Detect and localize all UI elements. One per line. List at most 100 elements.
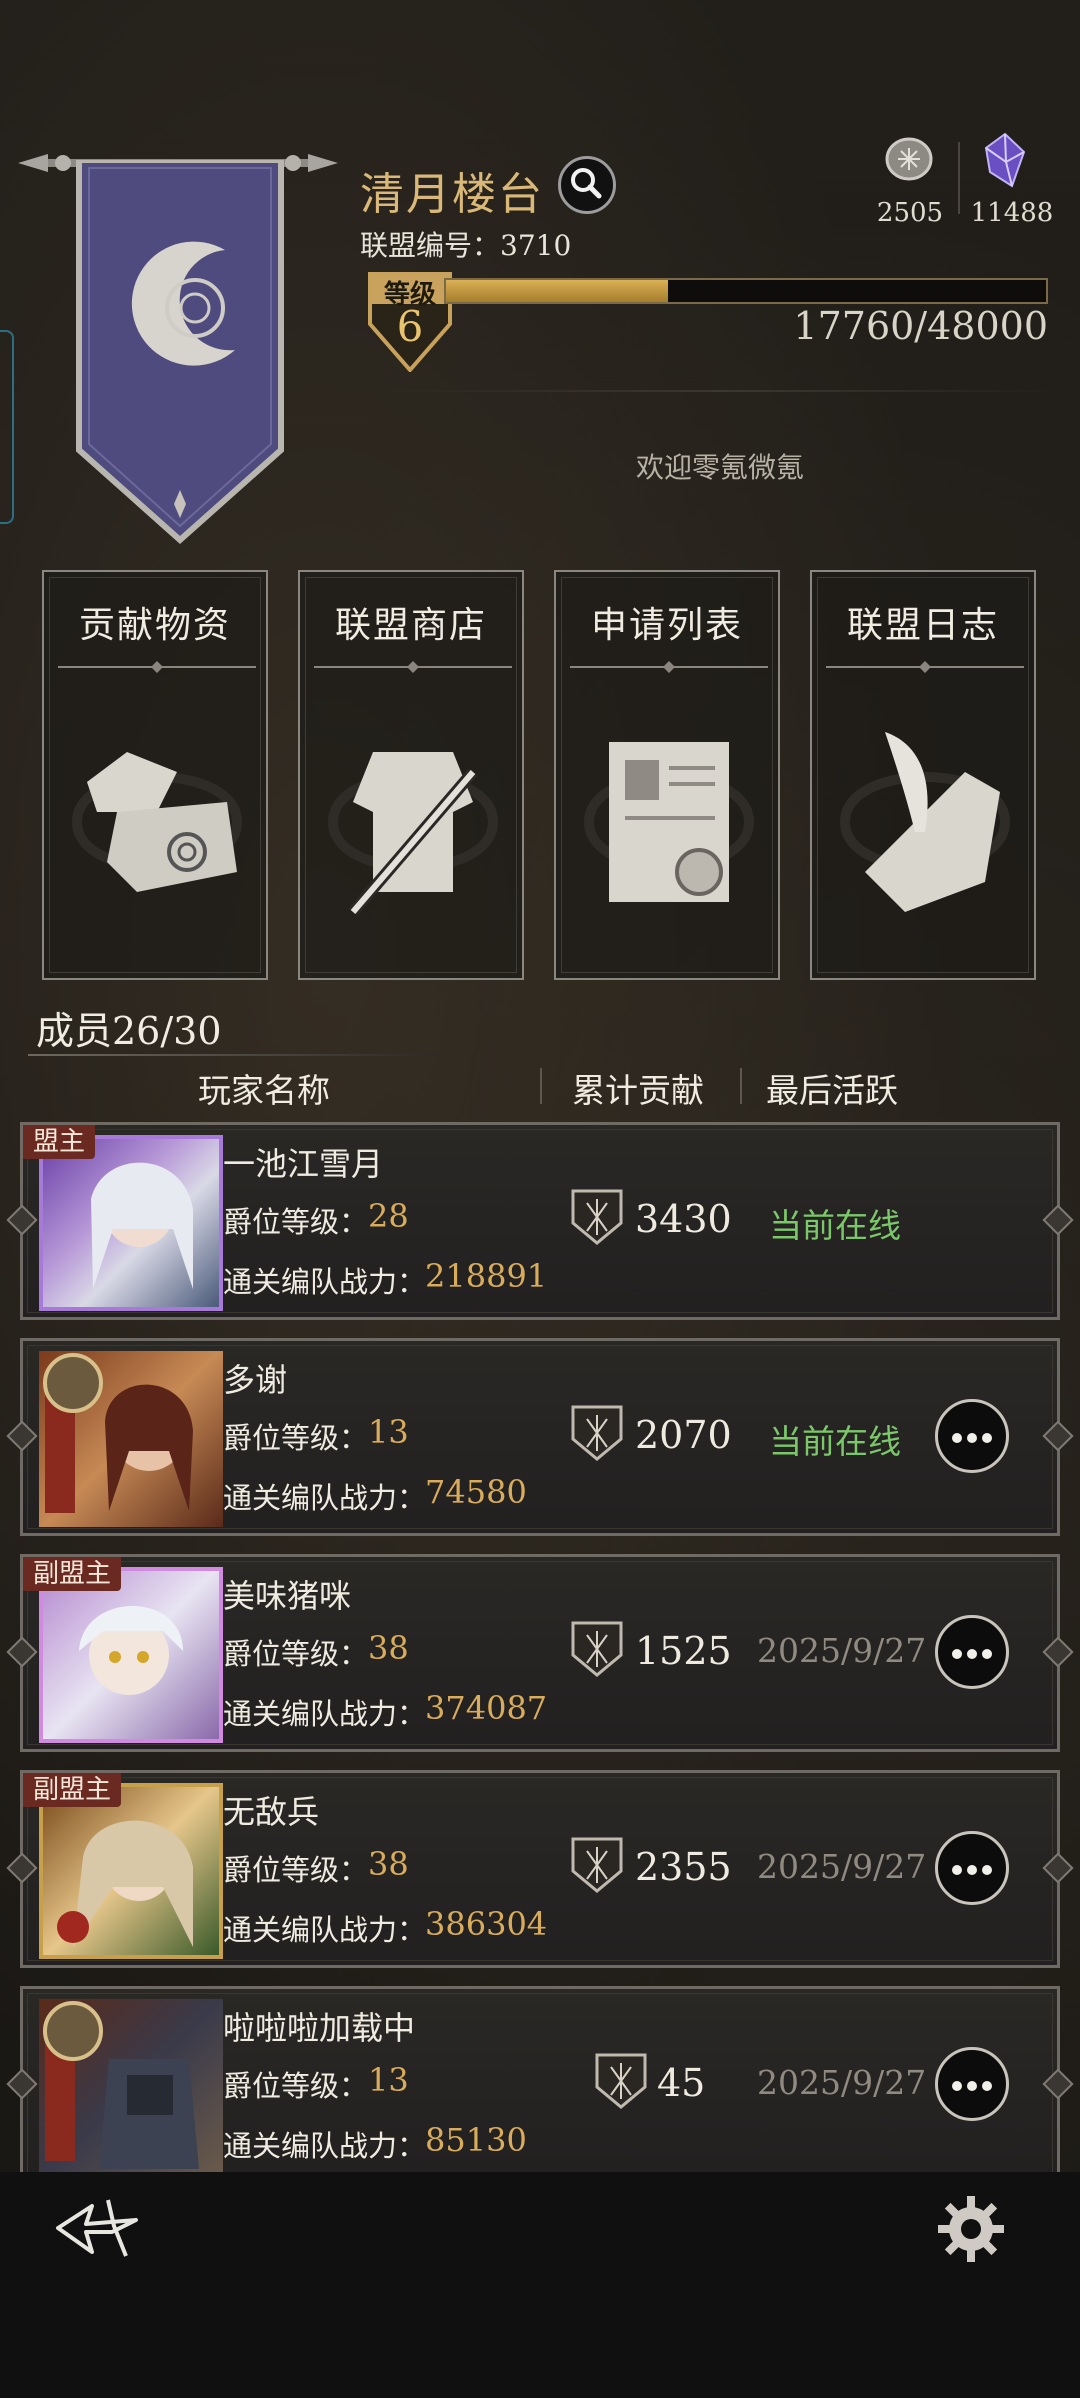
last-active: 2025/9/27 [757,1631,927,1670]
player-name: 美味猪咪 [223,1577,352,1615]
power-value: 218891 [425,1257,548,1295]
more-options-button[interactable] [935,1615,1009,1689]
rank-value: 13 [368,1413,409,1451]
card-label: 贡献物资 [78,605,231,646]
side-edge-tab[interactable] [0,330,14,524]
rank-value: 13 [368,2061,409,2099]
quill-paper-icon [840,732,1011,912]
more-options-button[interactable] [935,1831,1009,1905]
power-label: 通关编队战力： [223,1265,427,1299]
xp-bar [444,278,1048,304]
portrait-icon [57,1820,193,1947]
column-separator [540,1068,542,1104]
contribution-emblem-icon [571,1189,623,1245]
alliance-id: 联盟编号：3710 [360,229,572,262]
level-number: 6 [396,302,424,351]
card-alliance-log[interactable]: 联盟日志 [810,570,1036,980]
player-name: 无敌兵 [223,1793,320,1831]
card-ornament [58,661,256,673]
avatar[interactable] [39,1999,223,2175]
scroll-bundle-icon [72,752,243,892]
portrait-icon [43,2001,199,2169]
power-label: 通关编队战力： [223,1697,427,1731]
rank-value: 38 [368,1629,409,1667]
rank-label: 爵位等级： [223,1421,369,1455]
rank-value: 38 [368,1845,409,1883]
last-active: 2025/9/27 [757,2063,927,2102]
bottom-bar [0,2172,1080,2398]
header-divider [380,390,1060,392]
player-name: 一池江雪月 [223,1145,384,1183]
player-name: 多谢 [223,1361,288,1399]
card-alliance-shop[interactable]: 联盟商店 [298,570,524,980]
card-contribute[interactable]: 贡献物资 [42,570,268,980]
contribution-value: 3430 [635,1197,732,1241]
member-count: 成员26/30 [36,1009,222,1053]
contribution-value: 2355 [635,1845,732,1889]
search-icon [571,168,602,199]
card-ornament [314,661,512,673]
more-options-button[interactable] [935,2047,1009,2121]
member-row[interactable]: 盟主 一池江雪月 爵位等级： 28 通关编队战力： 218891 3430 当前… [6,1122,1074,1320]
members-underline [28,1054,438,1056]
avatar[interactable] [39,1783,223,1959]
settings-gear-icon[interactable] [936,2194,1006,2264]
last-active: 当前在线 [769,1422,901,1461]
crystal-count: 11488 [970,198,1054,228]
member-row[interactable]: 副盟主 美味猪咪 爵位等级： 38 通关编队战力： 374087 1525 20… [6,1554,1074,1752]
card-ornament [570,661,768,673]
card-application-list[interactable]: 申请列表 [554,570,780,980]
card-label: 联盟日志 [846,605,999,646]
member-row[interactable]: 副盟主 无敌兵 爵位等级： 38 通关编队战力： 386304 2355 202… [6,1770,1074,1968]
search-button[interactable] [558,156,616,214]
power-value: 74580 [425,1473,527,1511]
avatar[interactable] [39,1567,223,1743]
power-value: 85130 [425,2121,527,2159]
contribution-emblem-icon [571,1405,623,1461]
avatar[interactable] [39,1351,223,1527]
last-active: 当前在线 [769,1206,901,1245]
contribution-value: 1525 [635,1629,732,1673]
last-active: 2025/9/27 [757,1847,927,1886]
power-label: 通关编队战力： [223,1913,427,1947]
player-name: 啦啦啦加载中 [223,2009,416,2047]
alliance-name: 清月楼台 [360,169,544,220]
power-value: 374087 [425,1689,548,1727]
contribution-emblem-icon [571,1837,623,1893]
alliance-banner[interactable] [75,160,285,545]
member-row[interactable]: 啦啦啦加载中 爵位等级： 13 通关编队战力： 85130 45 2025/9/… [6,1986,1074,2184]
coin-count: 2505 [876,198,944,228]
contribution-emblem-icon [571,1621,623,1677]
column-separator [740,1068,742,1104]
coin-icon [885,137,933,181]
rank-label: 爵位等级： [223,1637,369,1671]
armor-sword-icon [328,752,499,916]
back-arrow-icon[interactable] [52,2196,142,2260]
crystal-icon [984,132,1026,188]
certificate-icon [584,742,755,902]
column-header-name: 玩家名称 [198,1071,330,1110]
column-header-contribution: 累计贡献 [572,1071,704,1110]
rank-label: 爵位等级： [223,1205,369,1239]
rank-label: 爵位等级： [223,2069,369,2103]
more-options-button[interactable] [935,1399,1009,1473]
card-label: 联盟商店 [334,605,487,646]
avatar[interactable] [39,1135,223,1311]
rank-value: 28 [368,1197,409,1235]
portrait-icon [79,1606,183,1695]
rank-label: 爵位等级： [223,1853,369,1887]
contribution-value: 2070 [635,1413,732,1457]
resource-divider [958,142,960,214]
contribution-emblem-icon [595,2053,647,2109]
card-ornament [826,661,1024,673]
role-badge: 副盟主 [23,1773,122,1807]
power-label: 通关编队战力： [223,2129,427,2163]
member-row[interactable]: 多谢 爵位等级： 13 通关编队战力： 74580 2070 当前在线 [6,1338,1074,1536]
portrait-icon [91,1162,193,1289]
portrait-icon [43,1353,193,1513]
xp-bar-fill [446,280,668,302]
card-label: 申请列表 [590,605,743,646]
welcome-message: 欢迎零氪微氪 [635,451,804,484]
power-value: 386304 [425,1905,548,1943]
power-label: 通关编队战力： [223,1481,427,1515]
